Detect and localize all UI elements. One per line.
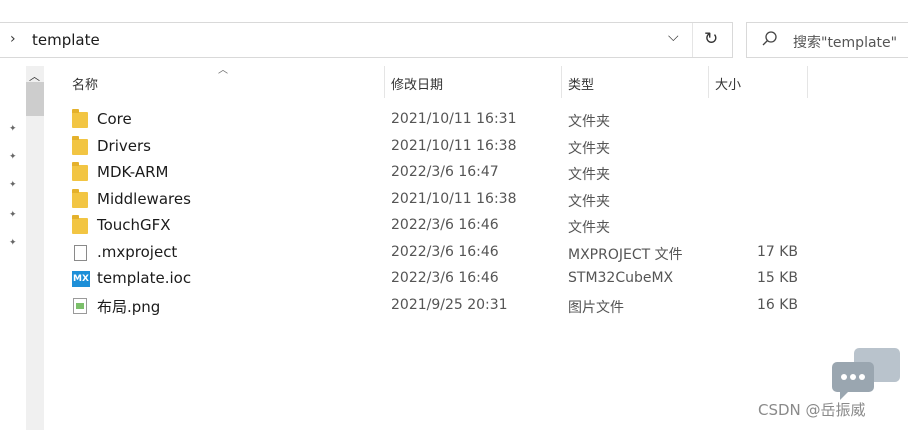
address-path[interactable]: template [32,31,100,49]
file-date: 2022/3/6 16:46 [391,244,499,260]
file-row[interactable]: MX template.ioc 2022/3/6 16:46 STM32Cube… [60,266,900,292]
chevron-down-icon[interactable]: ⌵ [668,29,679,45]
file-row[interactable]: .mxproject 2022/3/6 16:46 MXPROJECT 文件 1… [60,240,900,266]
file-size: 15 KB [756,270,798,286]
column-header-type-label: 类型 [568,78,595,93]
pin-icon[interactable]: ✦ [9,180,17,190]
column-header-date[interactable]: 修改日期 [385,66,561,98]
navigation-pane: ✦ ✦ ✦ ✦ ✦ [0,66,22,430]
file-type: 文件夹 [568,141,610,157]
column-header-name-label: 名称 [72,78,99,93]
file-date: 2021/10/11 16:38 [391,191,517,207]
file-name: Middlewares [97,190,191,208]
file-type: 文件夹 [568,194,610,210]
file-name: Core [97,110,132,128]
pin-icon[interactable]: ✦ [9,152,17,162]
scrollbar-thumb[interactable] [26,82,44,116]
folder-icon [72,189,88,208]
file-row[interactable]: 布局.png 2021/9/25 20:31 图片文件 16 KB [60,293,900,319]
file-row[interactable]: Core 2021/10/11 16:31 文件夹 [60,107,900,133]
search-box[interactable]: 搜索"template" [746,22,908,58]
file-date: 2021/10/11 16:31 [391,111,517,127]
file-date: 2021/9/25 20:31 [391,297,508,313]
divider [692,23,693,57]
folder-icon [72,162,88,181]
column-divider[interactable] [807,66,808,98]
file-name: Drivers [97,137,151,155]
file-type: STM32CubeMX [568,270,674,286]
search-input[interactable]: 搜索"template" [793,32,897,52]
image-file-icon [73,298,87,314]
file-date: 2022/3/6 16:47 [391,164,499,180]
file-type: 文件夹 [568,167,610,183]
file-name: template.ioc [97,269,192,287]
file-name: 布局.png [97,298,161,316]
watermark-text: CSDN @岳振威 [758,401,866,419]
file-date: 2021/10/11 16:38 [391,138,517,154]
file-type: 文件夹 [568,114,610,130]
file-row[interactable]: MDK-ARM 2022/3/6 16:47 文件夹 [60,160,900,186]
column-header-date-label: 修改日期 [391,78,444,93]
blank-file-icon [74,245,87,261]
file-row[interactable]: Drivers 2021/10/11 16:38 文件夹 [60,134,900,160]
file-type: MXPROJECT 文件 [568,247,683,263]
address-bar[interactable]: › template ⌵ ↻ [0,22,733,58]
file-name: .mxproject [97,243,178,261]
column-header-type[interactable]: 类型 [562,66,708,98]
file-name: TouchGFX [97,216,171,234]
folder-icon [72,215,88,234]
file-size: 17 KB [756,244,798,260]
folder-icon [72,109,88,128]
stm32cubemx-icon: MX [72,271,90,287]
folder-icon [72,136,88,155]
pin-icon[interactable]: ✦ [9,124,17,134]
column-header-size[interactable]: 大小 [709,66,807,98]
file-type: 图片文件 [568,300,624,316]
file-size: 16 KB [756,297,798,313]
column-header-size-label: 大小 [715,78,742,93]
pin-icon[interactable]: ✦ [9,238,17,248]
refresh-icon[interactable]: ↻ [704,29,718,49]
file-row[interactable]: Middlewares 2021/10/11 16:38 文件夹 [60,187,900,213]
file-date: 2022/3/6 16:46 [391,217,499,233]
breadcrumb-chevron-icon[interactable]: › [10,31,16,47]
file-date: 2022/3/6 16:46 [391,270,499,286]
search-icon [762,31,777,46]
file-type: 文件夹 [568,220,610,236]
pin-icon[interactable]: ✦ [9,210,17,220]
nav-scrollbar[interactable]: ︿ [26,66,44,430]
chat-bubble-icon [832,348,900,400]
file-row[interactable]: TouchGFX 2022/3/6 16:46 文件夹 [60,213,900,239]
column-header-name[interactable]: 名称 [60,66,385,98]
file-name: MDK-ARM [97,163,169,181]
